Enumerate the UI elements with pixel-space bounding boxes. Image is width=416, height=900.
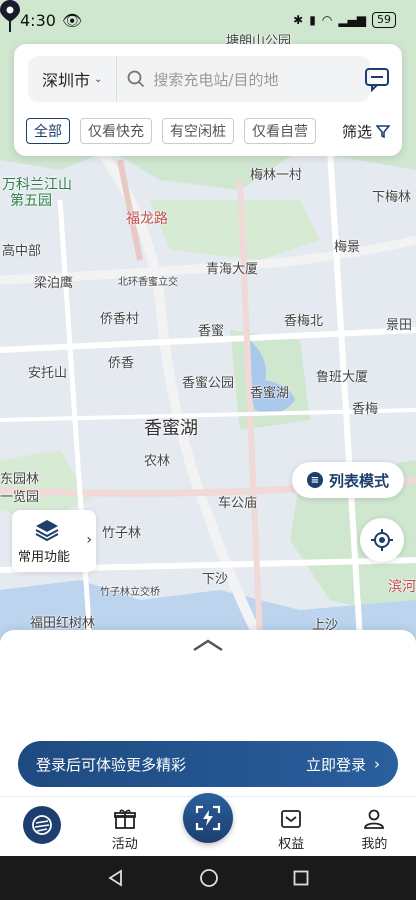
map-label: 竹子林立交桥	[100, 587, 160, 598]
eye-icon: 👁	[61, 10, 83, 30]
city-label: 深圳市	[42, 71, 91, 90]
filter-chips: 全部 仅看快充 有空闲桩 仅看自营 筛选	[26, 118, 390, 144]
common-functions-label: 常用功能	[18, 550, 71, 565]
chevron-down-icon: ⌄	[94, 73, 103, 85]
map-label: 下沙	[202, 572, 229, 587]
map-label: 香蜜公园	[182, 376, 235, 391]
filter-label: 筛选	[341, 122, 372, 141]
map-label: 香蜜湖	[250, 386, 290, 401]
back-icon[interactable]	[107, 869, 125, 887]
tab-mine-label: 我的	[361, 837, 388, 852]
map-label: 福龙路	[126, 211, 168, 227]
map-label: 农林	[144, 454, 171, 469]
map-label: 福田红树林	[30, 616, 96, 631]
map-label: 香梅	[352, 402, 379, 417]
login-banner-text: 登录后可体验更多精彩	[36, 755, 187, 774]
map-label: 景田	[386, 318, 413, 333]
common-functions-button[interactable]: 常用功能 ›	[12, 510, 96, 572]
signal-icon: ▂▄▆	[338, 13, 366, 27]
filter-icon	[376, 125, 390, 138]
status-bar: 4:30 👁 ✱ ▮ ◠ ▂▄▆ 59	[0, 0, 416, 40]
layers-icon	[35, 520, 59, 542]
map-label: 侨香村	[100, 312, 140, 327]
scan-charge-button[interactable]	[183, 793, 233, 843]
list-icon: ≡	[306, 472, 323, 488]
search-input[interactable]: 搜索充电站/目的地	[117, 69, 370, 90]
recents-icon[interactable]	[293, 870, 309, 886]
map-label: 香蜜	[198, 324, 225, 339]
search-icon	[128, 70, 145, 88]
tab-activity[interactable]: 活动	[83, 797, 166, 856]
map-label: 青海大厦	[206, 262, 259, 277]
wifi-icon: ◠	[321, 13, 333, 27]
city-selector[interactable]: 深圳市 ⌄	[28, 56, 118, 102]
tab-benefits-label: 权益	[278, 837, 305, 852]
scan-icon	[195, 805, 221, 831]
chip-self-operated[interactable]: 仅看自营	[244, 118, 316, 144]
map-label: 梅景	[334, 240, 361, 255]
search-card: 深圳市 ⌄ 搜索充电站/目的地 全部 仅看快充 有空闲桩 仅看自营 筛选	[14, 44, 402, 156]
list-mode-label: 列表模式	[328, 471, 389, 490]
map-label: 车公庙	[218, 496, 258, 511]
home-icon[interactable]	[199, 868, 219, 888]
user-icon	[364, 809, 385, 829]
chip-available[interactable]: 有空闲桩	[162, 118, 234, 144]
search-bar: 深圳市 ⌄ 搜索充电站/目的地	[28, 56, 370, 102]
list-mode-button[interactable]: ≡ 列表模式	[292, 462, 404, 498]
tab-mine[interactable]: 我的	[333, 797, 416, 856]
system-nav-bar	[0, 856, 416, 900]
map-label: 香蜜湖	[144, 418, 198, 439]
map-label: 下梅林	[372, 190, 412, 205]
map-label: 梁泊鹰	[34, 276, 74, 291]
chevron-up-icon[interactable]	[192, 638, 224, 652]
message-icon[interactable]	[364, 66, 390, 92]
chevron-right-icon: ›	[86, 532, 92, 548]
map-label: 第五园	[10, 193, 52, 209]
status-time: 4:30	[20, 10, 56, 30]
home-logo-icon[interactable]	[23, 806, 61, 844]
login-now-label: 立即登录	[305, 755, 366, 774]
gift-icon	[113, 809, 136, 829]
map-label: 东园林	[0, 472, 40, 487]
filter-button[interactable]: 筛选	[342, 121, 390, 142]
chevron-right-icon: ›	[374, 755, 380, 773]
tab-activity-label: 活动	[111, 837, 138, 852]
locate-button[interactable]	[360, 518, 404, 562]
map-label: 滨河	[388, 579, 416, 595]
inbox-icon	[281, 810, 302, 828]
map-label: 高中部	[2, 244, 42, 259]
login-banner[interactable]: 登录后可体验更多精彩 立即登录 ›	[18, 741, 398, 787]
crosshair-icon	[371, 529, 393, 551]
map-label: 竹子林	[102, 526, 142, 541]
map-label: 侨香	[108, 356, 135, 371]
map-label: 一览园	[0, 490, 40, 505]
login-now-button[interactable]: 立即登录 ›	[306, 754, 380, 775]
chip-fast-charge[interactable]: 仅看快充	[80, 118, 152, 144]
map-label: 北环香蜜立交	[118, 277, 178, 288]
map-label: 鲁班大厦	[316, 370, 369, 385]
map-label: 安托山	[28, 366, 68, 381]
chip-all[interactable]: 全部	[26, 118, 70, 144]
map-label: 梅林一村	[250, 168, 303, 183]
vibrate-icon: ▮	[309, 13, 316, 27]
search-placeholder: 搜索充电站/目的地	[153, 70, 279, 89]
battery-indicator: 59	[372, 12, 396, 28]
map-label: 香梅北	[284, 314, 324, 329]
tab-benefits[interactable]: 权益	[250, 797, 333, 856]
bluetooth-icon: ✱	[293, 13, 304, 27]
